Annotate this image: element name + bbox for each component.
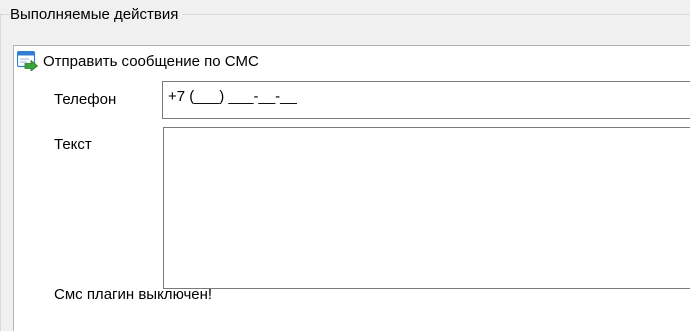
sms-action-header[interactable]: Отправить сообщение по СМС: [17, 50, 259, 72]
phone-input-value: +7 (___) ___-__-__: [168, 88, 297, 105]
message-textarea[interactable]: [163, 127, 690, 289]
groupbox-left-border: [0, 14, 1, 331]
sms-action-panel: Отправить сообщение по СМС Телефон +7 (_…: [13, 45, 690, 331]
phone-input[interactable]: +7 (___) ___-__-__: [162, 81, 690, 119]
phone-label: Телефон: [54, 91, 117, 108]
sms-action-title: Отправить сообщение по СМС: [43, 52, 259, 70]
sms-send-icon: [17, 51, 39, 71]
groupbox-title: Выполняемые действия: [10, 4, 183, 26]
sms-plugin-status: Смс плагин выключен!: [54, 286, 213, 303]
text-label: Текст: [54, 136, 92, 153]
